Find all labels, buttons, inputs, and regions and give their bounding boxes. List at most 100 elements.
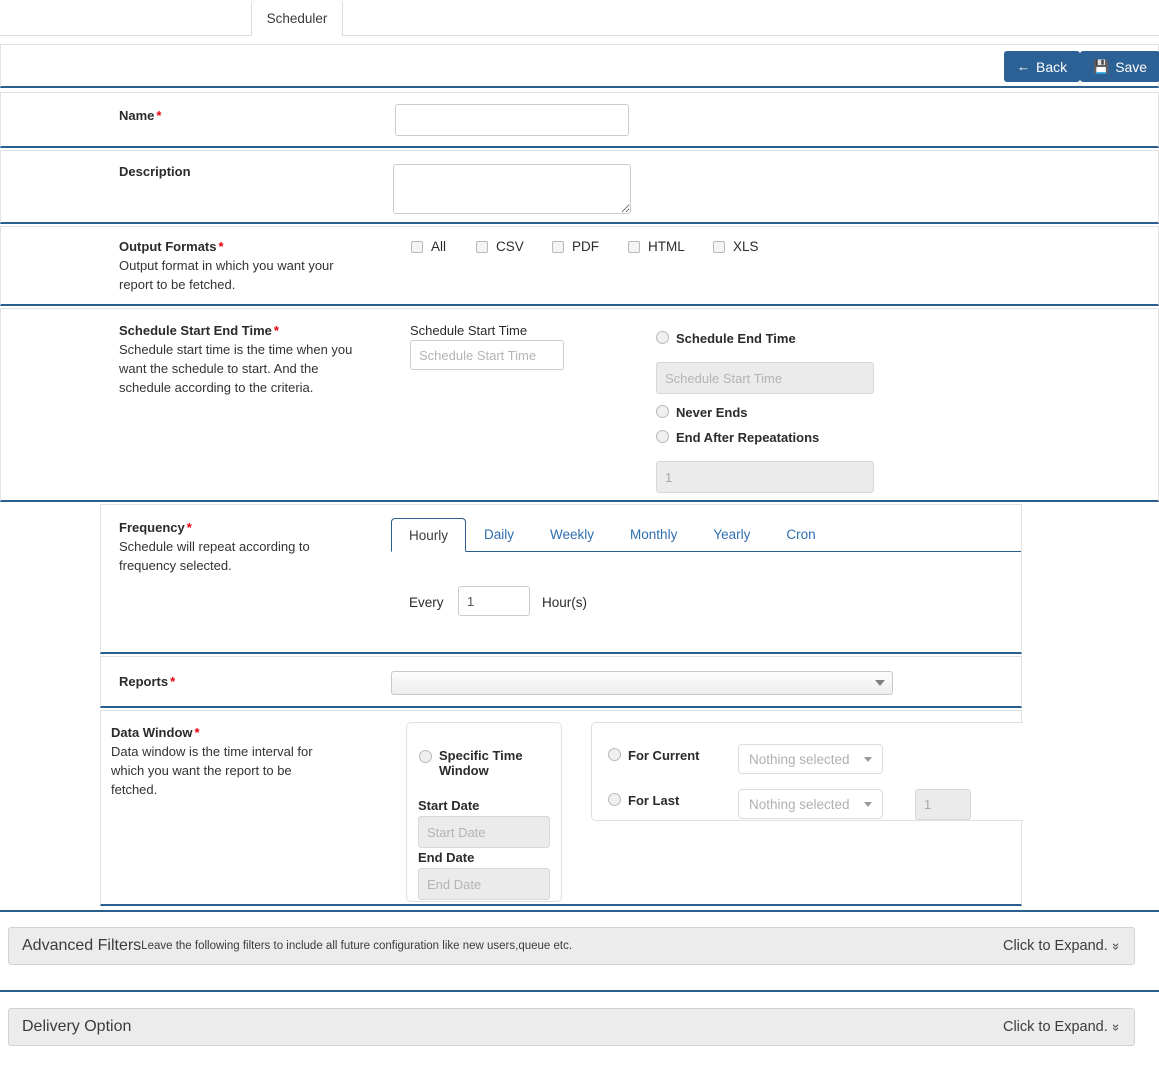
radio-end-after-repeatations[interactable]: End After Repeatations xyxy=(656,430,819,445)
checkbox-csv[interactable]: CSV xyxy=(476,239,524,254)
tab-cron[interactable]: Cron xyxy=(768,517,833,551)
repeatations-count-input[interactable] xyxy=(656,461,874,493)
radio-end-after-repeatations-label: End After Repeatations xyxy=(676,430,820,445)
frequency-interval-input[interactable] xyxy=(458,586,530,616)
radio-icon[interactable] xyxy=(656,430,669,443)
radio-for-last[interactable]: For Last xyxy=(608,793,679,808)
required-marker: * xyxy=(170,674,176,689)
radio-for-last-label: For Last xyxy=(628,793,680,808)
description-label: Description xyxy=(119,164,191,179)
data-window-label: Data Window * Data window is the time int… xyxy=(111,723,341,799)
tab-strip: Scheduler xyxy=(0,0,1159,36)
radio-icon[interactable] xyxy=(656,331,669,344)
required-marker: * xyxy=(218,239,224,254)
save-button-label: Save xyxy=(1115,58,1148,75)
name-input[interactable] xyxy=(395,104,629,136)
reports-select[interactable] xyxy=(391,671,893,695)
checkbox-icon[interactable] xyxy=(411,240,423,253)
radio-never-ends[interactable]: Never Ends xyxy=(656,405,748,420)
tab-yearly-label: Yearly xyxy=(713,527,751,542)
tab-cron-label: Cron xyxy=(786,527,816,542)
checkbox-icon[interactable] xyxy=(476,240,488,253)
checkbox-html[interactable]: HTML xyxy=(628,239,685,254)
tab-daily-label: Daily xyxy=(484,527,515,542)
arrow-left-icon: ← xyxy=(1017,59,1030,74)
section-reports: Reports * xyxy=(100,656,1022,708)
delivery-option-expand-label: Click to Expand. xyxy=(1002,1019,1108,1035)
tab-daily[interactable]: Daily xyxy=(466,517,532,551)
radio-specific-time-window-label: Specific Time Window xyxy=(439,748,523,778)
start-date-input[interactable] xyxy=(418,816,550,848)
chevron-down-icon xyxy=(864,756,872,762)
save-button[interactable]: 💾 Save xyxy=(1080,51,1159,82)
checkbox-all-label: All xyxy=(431,239,447,254)
schedule-time-label: Schedule Start End Time * Schedule start … xyxy=(119,321,361,397)
for-last-select-value: Nothing selected xyxy=(749,796,850,812)
tab-hourly[interactable]: Hourly xyxy=(391,518,467,552)
radio-icon[interactable] xyxy=(608,793,621,806)
reports-label: Reports * xyxy=(119,674,176,689)
required-marker: * xyxy=(156,108,162,123)
delivery-option-expand[interactable]: Click to Expand. » xyxy=(1003,1019,1134,1035)
checkbox-xls-label: XLS xyxy=(733,239,759,254)
radio-schedule-end-time[interactable]: Schedule End Time xyxy=(656,331,796,346)
end-date-input[interactable] xyxy=(418,868,550,900)
advanced-filters-title: Advanced Filters xyxy=(22,937,142,954)
required-marker: * xyxy=(273,323,279,338)
data-window-description: Data window is the time interval for whi… xyxy=(111,744,313,797)
schedule-start-time-input[interactable] xyxy=(410,340,564,370)
for-current-select[interactable]: Nothing selected xyxy=(738,744,883,774)
for-last-select[interactable]: Nothing selected xyxy=(738,789,883,819)
tab-weekly[interactable]: Weekly xyxy=(532,517,612,551)
name-label: Name * xyxy=(119,108,162,123)
tab-yearly[interactable]: Yearly xyxy=(695,517,768,551)
delivery-option-bar[interactable]: Delivery Option Click to Expand. » xyxy=(8,1008,1135,1046)
radio-icon[interactable] xyxy=(608,748,621,761)
radio-schedule-end-time-label: Schedule End Time xyxy=(676,331,796,346)
checkbox-csv-label: CSV xyxy=(496,239,524,254)
tab-hourly-label: Hourly xyxy=(409,528,449,543)
specific-time-window-box: Specific Time Window Start Date End Date xyxy=(406,722,562,902)
for-last-count-input[interactable] xyxy=(915,789,971,820)
description-textarea[interactable] xyxy=(393,164,631,214)
checkbox-pdf-label: PDF xyxy=(572,239,599,254)
relative-window-box: For Current Nothing selected For Last No… xyxy=(591,722,1023,821)
checkbox-pdf[interactable]: PDF xyxy=(552,239,599,254)
for-current-select-value: Nothing selected xyxy=(749,751,850,767)
double-chevron-down-icon: » xyxy=(1108,1023,1124,1031)
section-output-formats: Output Formats * Output format in which y… xyxy=(0,226,1159,306)
start-date-label: Start Date xyxy=(418,798,480,813)
tab-monthly[interactable]: Monthly xyxy=(612,517,695,551)
radio-icon[interactable] xyxy=(656,405,669,418)
back-button[interactable]: ← Back xyxy=(1004,51,1081,82)
output-formats-label: Output Formats * Output format in which y… xyxy=(119,237,369,294)
advanced-filters-wrap: Advanced Filters Leave the following fil… xyxy=(0,910,1159,972)
radio-icon[interactable] xyxy=(419,750,432,763)
frequency-label: Frequency * Schedule will repeat accordin… xyxy=(119,518,349,575)
radio-for-current[interactable]: For Current xyxy=(608,748,700,763)
radio-specific-time-window[interactable]: Specific Time Window xyxy=(419,748,549,778)
tab-scheduler-label: Scheduler xyxy=(266,10,328,26)
tab-rail-left xyxy=(0,0,251,36)
radio-for-current-label: For Current xyxy=(628,748,700,763)
checkbox-all[interactable]: All xyxy=(411,239,446,254)
checkbox-icon[interactable] xyxy=(552,240,564,253)
advanced-filters-expand-label: Click to Expand. xyxy=(1002,938,1108,954)
floppy-disk-icon: 💾 xyxy=(1093,59,1110,74)
checkbox-xls[interactable]: XLS xyxy=(713,239,759,254)
delivery-option-title: Delivery Option xyxy=(22,1018,132,1035)
advanced-filters-expand[interactable]: Click to Expand. » xyxy=(1003,938,1134,954)
advanced-filters-bar[interactable]: Advanced Filters Leave the following fil… xyxy=(8,927,1135,965)
schedule-start-time-label: Schedule Start Time xyxy=(410,323,528,338)
section-description: Description xyxy=(0,150,1159,224)
action-bar: ← Back 💾 Save xyxy=(0,44,1159,88)
advanced-filters-subtitle: Leave the following filters to include a… xyxy=(141,940,573,952)
checkbox-icon[interactable] xyxy=(628,240,640,253)
tab-scheduler[interactable]: Scheduler xyxy=(251,0,343,36)
section-frequency: Frequency * Schedule will repeat accordin… xyxy=(100,504,1022,654)
radio-never-ends-label: Never Ends xyxy=(676,405,748,420)
section-name: Name * xyxy=(0,92,1159,148)
schedule-end-time-input[interactable] xyxy=(656,362,874,394)
checkbox-icon[interactable] xyxy=(713,240,725,253)
required-marker: * xyxy=(186,520,192,535)
